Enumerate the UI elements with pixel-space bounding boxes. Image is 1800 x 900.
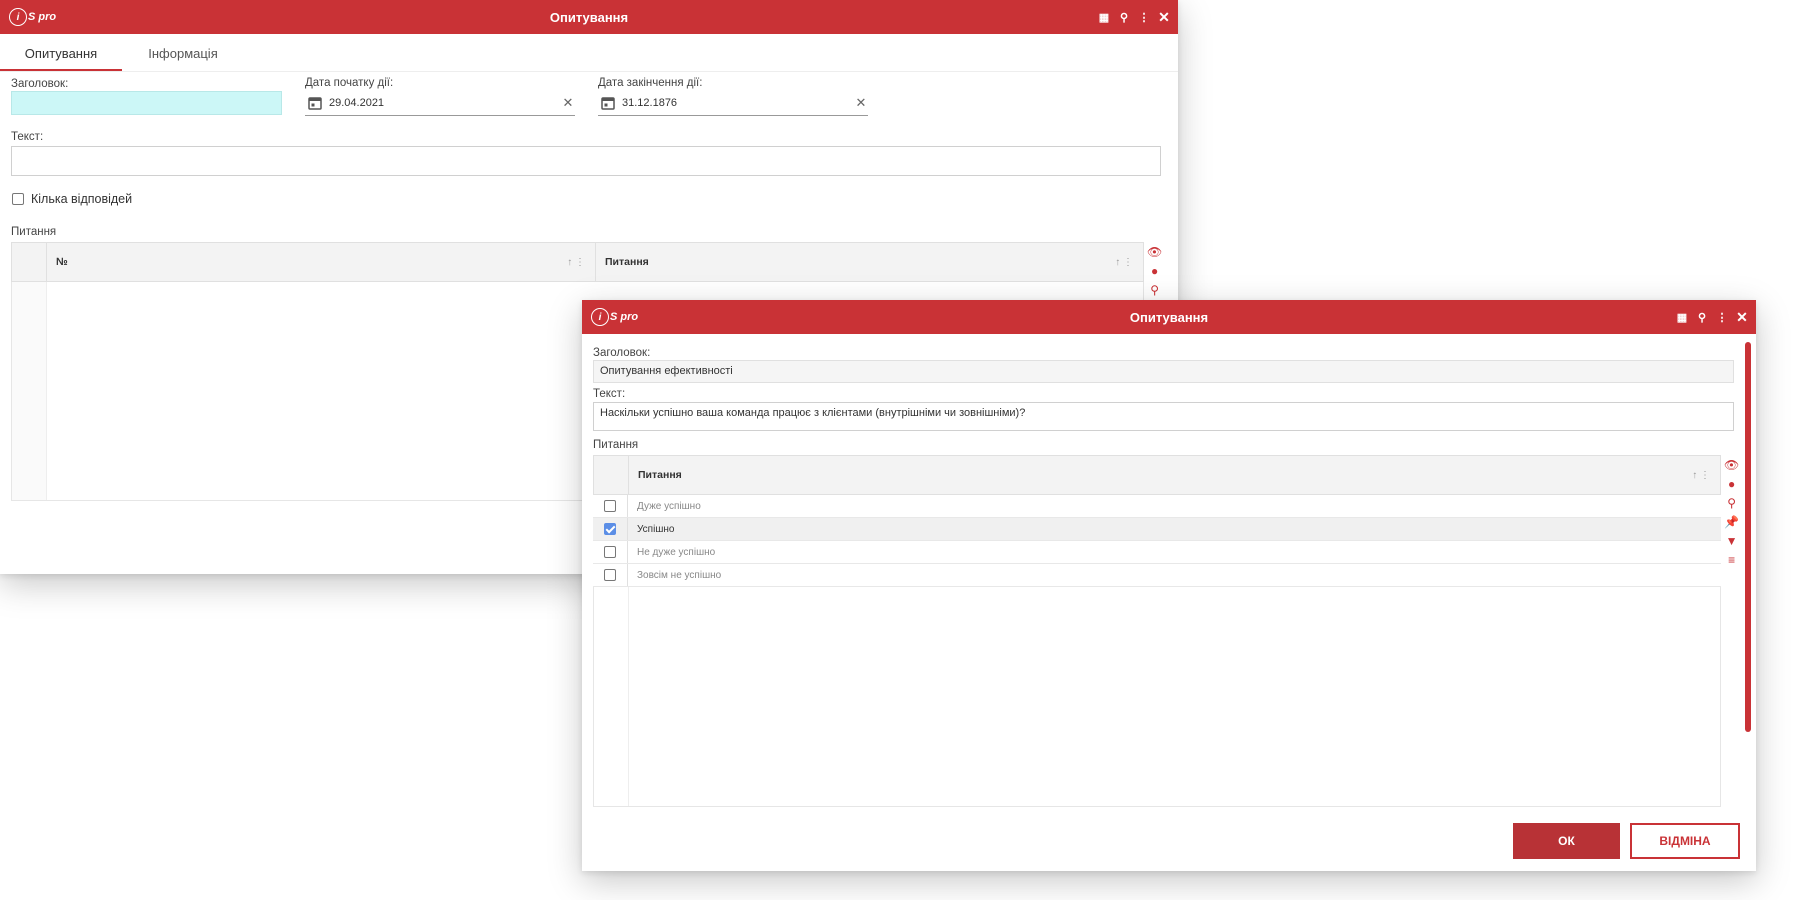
grid-tools: 👁 ● ⚲ 📌 ▼ ≡	[1724, 459, 1739, 566]
app-logo: iS pro	[591, 307, 638, 327]
search-icon[interactable]: ⚲	[1696, 311, 1708, 324]
header-input[interactable]: Опитування ефективності	[593, 360, 1734, 383]
header-input[interactable]	[11, 91, 282, 115]
text-area[interactable]	[11, 146, 1161, 176]
row-checkbox[interactable]	[604, 546, 616, 558]
questions-grid-header: Питання ↑ ⋮	[593, 455, 1721, 495]
start-date-value: 29.04.2021	[329, 97, 385, 109]
row-label: Дуже успішно	[637, 500, 701, 512]
search-icon[interactable]: ⚲	[1118, 11, 1130, 24]
multiple-answers-option[interactable]: Кілька відповідей	[12, 192, 132, 206]
clear-icon[interactable]: ✕	[854, 95, 868, 111]
multiple-answers-checkbox[interactable]	[12, 193, 24, 205]
select-column[interactable]	[594, 456, 629, 494]
sort-icon[interactable]: ↑ ⋮	[1115, 257, 1133, 268]
start-date-label: Дата початку дії:	[305, 77, 394, 89]
logo-text: S pro	[28, 11, 57, 23]
questions-grid-body	[593, 587, 1721, 807]
title-bar: iS pro Опитування ▦ ⚲ ⋮ ✕	[582, 300, 1756, 334]
end-date-value: 31.12.1876	[622, 97, 678, 109]
column-question-label: Питання	[605, 256, 649, 268]
more-vertical-icon[interactable]: ⋮	[1138, 11, 1150, 24]
questions-grid-header: № ↑ ⋮ Питання ↑ ⋮	[11, 242, 1144, 282]
calendar-icon[interactable]	[600, 96, 616, 110]
title-bar: iS pro Опитування ▦ ⚲ ⋮ ✕	[0, 0, 1178, 34]
table-row[interactable]: Не дуже успішно	[593, 541, 1721, 564]
ok-button[interactable]: ОК	[1513, 823, 1620, 859]
window-title: Опитування	[1129, 309, 1209, 325]
column-number[interactable]: № ↑ ⋮	[47, 243, 596, 281]
table-row[interactable]: Успішно	[593, 518, 1721, 541]
row-checkbox[interactable]	[604, 569, 616, 581]
header-label: Заголовок:	[11, 78, 69, 90]
clear-icon[interactable]: ✕	[561, 95, 575, 111]
column-number-label: №	[56, 256, 68, 268]
search-icon[interactable]: ⚲	[1727, 497, 1736, 509]
end-date-field[interactable]: 31.12.1876 ✕	[598, 91, 868, 116]
sort-icon[interactable]: ↑ ⋮	[567, 257, 585, 268]
row-checkbox[interactable]	[604, 500, 616, 512]
row-checkbox[interactable]	[604, 523, 616, 535]
survey-window-front: iS pro Опитування ▦ ⚲ ⋮ ✕ Заголовок: Опи…	[582, 300, 1756, 871]
grid-icon[interactable]: ▦	[1098, 11, 1110, 24]
end-date-label: Дата закінчення дії:	[598, 77, 703, 89]
close-icon[interactable]: ✕	[1158, 9, 1170, 25]
tab-information[interactable]: Інформація	[122, 46, 244, 71]
row-label: Не дуже успішно	[637, 546, 716, 558]
cancel-button[interactable]: ВІДМІНА	[1630, 823, 1740, 859]
pin-icon[interactable]: 📌	[1724, 516, 1739, 528]
window-title: Опитування	[549, 9, 629, 25]
tab-bar: Опитування Інформація	[0, 46, 244, 71]
eye-icon[interactable]: 👁	[1147, 246, 1162, 258]
sort-icon[interactable]: ↑ ⋮	[1692, 470, 1710, 481]
palette-icon[interactable]: ●	[1151, 265, 1158, 277]
row-label: Зовсім не успішно	[637, 569, 722, 581]
text-area[interactable]: Наскільки успішно ваша команда працює з …	[593, 402, 1734, 431]
column-question[interactable]: Питання ↑ ⋮	[596, 243, 1143, 281]
tab-survey[interactable]: Опитування	[0, 46, 122, 71]
close-icon[interactable]: ✕	[1736, 309, 1748, 325]
eye-icon[interactable]: 👁	[1724, 459, 1739, 471]
grid-icon[interactable]: ▦	[1676, 311, 1688, 324]
scrollbar[interactable]	[1745, 342, 1751, 732]
filter-icon[interactable]: ▼	[1726, 535, 1738, 547]
start-date-field[interactable]: 29.04.2021 ✕	[305, 91, 575, 116]
search-icon[interactable]: ⚲	[1150, 284, 1159, 296]
grid-tools: 👁 ● ⚲	[1147, 246, 1162, 296]
select-column-body	[12, 282, 47, 500]
more-vertical-icon[interactable]: ⋮	[1716, 311, 1728, 324]
text-label: Текст:	[593, 388, 626, 400]
calendar-icon[interactable]	[307, 96, 323, 110]
sort-lines-icon[interactable]: ≡	[1728, 554, 1735, 566]
text-label: Текст:	[11, 131, 44, 143]
palette-icon[interactable]: ●	[1728, 478, 1735, 490]
tab-divider	[0, 71, 1178, 72]
questions-label: Питання	[11, 226, 57, 238]
multiple-answers-label: Кілька відповідей	[31, 192, 133, 206]
column-question[interactable]: Питання ↑ ⋮	[629, 456, 1720, 494]
header-label: Заголовок:	[593, 347, 651, 359]
questions-label: Питання	[593, 439, 639, 451]
table-row[interactable]: Зовсім не успішно	[593, 564, 1721, 587]
app-logo: iS pro	[9, 7, 56, 27]
column-question-label: Питання	[638, 469, 682, 481]
select-column[interactable]	[12, 243, 47, 281]
select-column-body	[594, 587, 629, 806]
table-row[interactable]: Дуже успішно	[593, 495, 1721, 518]
logo-text: S pro	[610, 311, 639, 323]
row-label: Успішно	[637, 523, 675, 535]
